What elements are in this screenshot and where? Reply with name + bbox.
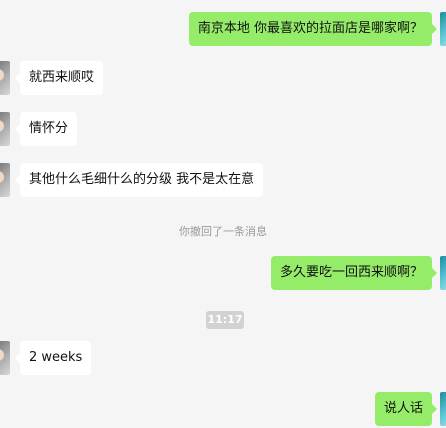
message-bubble-outgoing[interactable]: 多久要吃一回西来顺啊？ <box>270 256 438 290</box>
message-bubble-incoming[interactable]: 2 weeks <box>14 341 92 375</box>
contact-avatar[interactable] <box>0 61 10 95</box>
recall-notice: 你撤回了一条消息 <box>179 225 267 238</box>
timestamp-badge: 11:17 <box>206 311 244 329</box>
message-bubble-outgoing[interactable]: 说人话 <box>374 392 438 426</box>
contact-avatar[interactable] <box>0 112 10 146</box>
message-bubble-incoming[interactable]: 就西来顺哎 <box>14 61 104 95</box>
message-bubble-incoming[interactable]: 情怀分 <box>14 112 78 146</box>
my-avatar[interactable] <box>440 256 446 290</box>
my-avatar[interactable] <box>440 12 446 46</box>
contact-avatar[interactable] <box>0 163 10 197</box>
message-bubble-incoming[interactable]: 其他什么毛细什么的分级 我不是太在意 <box>14 163 264 197</box>
message-bubble-outgoing[interactable]: 南京本地 你最喜欢的拉面店是哪家啊？ <box>188 12 438 46</box>
contact-avatar[interactable] <box>0 341 10 375</box>
my-avatar[interactable] <box>440 392 446 426</box>
